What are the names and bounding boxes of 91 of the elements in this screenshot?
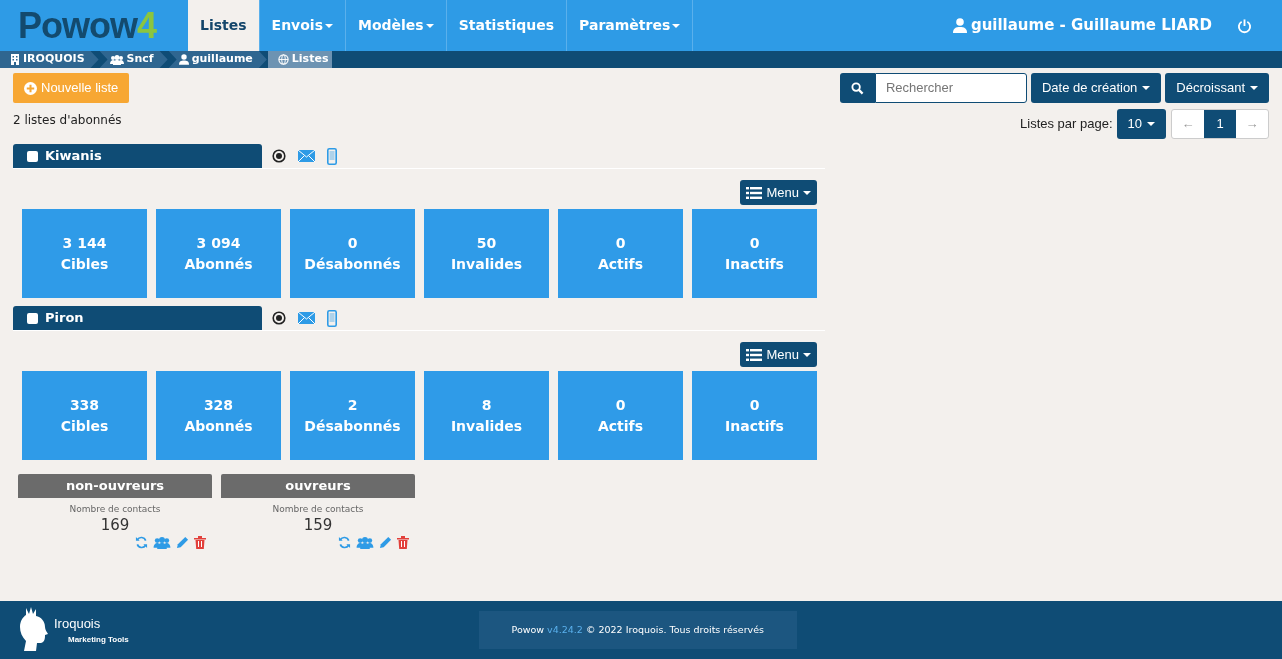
menu-button[interactable]: Menu: [740, 342, 817, 367]
stat-value: 0: [749, 396, 760, 416]
copyright-text: Powow v4.24.2 © 2022 Iroquois. Tous droits réservés: [478, 611, 797, 649]
stat-label: Désabonnés: [304, 254, 401, 274]
stat-tile[interactable]: 2 Désabonnés: [290, 371, 415, 460]
stat-tile[interactable]: 0 Inactifs: [692, 209, 817, 298]
stat-value: 328: [203, 396, 234, 416]
stat-value: 0: [749, 234, 760, 254]
stat-label: Actifs: [597, 254, 644, 274]
sort-dropdown[interactable]: Décroissant: [1165, 73, 1269, 103]
nav-tab[interactable]: Listes: [188, 0, 260, 51]
stat-label: Actifs: [597, 416, 644, 436]
stat-label: Invalides: [450, 254, 523, 274]
stat-value: 3 144: [62, 234, 107, 254]
plus-icon: [24, 81, 37, 95]
contacts-caption: Nombre de contacts: [69, 503, 161, 516]
envelope-icon[interactable]: [298, 150, 315, 162]
stat-label: Cibles: [60, 416, 109, 436]
new-list-button[interactable]: Nouvelle liste: [13, 73, 130, 103]
page-link[interactable]: 1: [1204, 110, 1236, 138]
stat-tile[interactable]: 3 144 Cibles: [22, 209, 147, 298]
stat-label: Inactifs: [725, 416, 784, 436]
stat-value: 0: [347, 234, 358, 254]
contacts-count: 159: [303, 516, 333, 533]
pencil-icon[interactable]: [379, 536, 392, 549]
user-icon: [178, 54, 189, 65]
stat-tile[interactable]: 3 094 Abonnés: [156, 209, 281, 298]
stat-tile[interactable]: 328 Abonnés: [156, 371, 281, 460]
stat-tile[interactable]: 50 Invalides: [424, 209, 549, 298]
power-icon[interactable]: [1237, 17, 1252, 34]
menu-icon: [746, 186, 763, 199]
segment-header: non-ouvreurs: [18, 474, 212, 498]
user-menu[interactable]: guillaume - Guillaume LIARD: [952, 14, 1212, 37]
list-name: Piron: [45, 309, 84, 328]
stat-label: Abonnés: [184, 416, 253, 436]
list-count: 2 listes d'abonnés: [13, 112, 123, 129]
segment-header: ouvreurs: [221, 474, 415, 498]
group-icon[interactable]: [153, 536, 171, 549]
checkbox[interactable]: [27, 312, 38, 324]
menu-button[interactable]: Menu: [740, 180, 817, 205]
stat-tile[interactable]: 0 Actifs: [558, 371, 683, 460]
breadcrumb-item[interactable]: IROQUOIS: [0, 51, 99, 68]
footer-tagline: Marketing Tools: [67, 633, 129, 646]
stat-tile[interactable]: 0 Inactifs: [692, 371, 817, 460]
refresh-icon[interactable]: [135, 536, 148, 549]
list-name: Kiwanis: [45, 147, 102, 166]
stat-label: Inactifs: [725, 254, 784, 274]
stat-label: Cibles: [60, 254, 109, 274]
sort-dropdown[interactable]: Date de création: [1030, 73, 1162, 103]
stat-label: Désabonnés: [304, 416, 401, 436]
stat-value: 50: [476, 234, 497, 254]
stat-tile[interactable]: 338 Cibles: [22, 371, 147, 460]
stat-value: 8: [481, 396, 492, 416]
pencil-icon[interactable]: [176, 536, 189, 549]
radio-icon[interactable]: [272, 149, 286, 163]
radio-icon[interactable]: [272, 311, 286, 325]
per-page-label: Listes par page:: [1020, 115, 1113, 134]
contacts-caption: Nombre de contacts: [272, 503, 364, 516]
trash-icon[interactable]: [397, 536, 409, 549]
user-icon: [952, 18, 967, 33]
breadcrumb-item[interactable]: guillaume: [168, 51, 267, 68]
contacts-count: 169: [100, 516, 130, 533]
phone-icon[interactable]: [327, 147, 337, 165]
per-page-dropdown[interactable]: 10: [1116, 109, 1166, 139]
envelope-icon[interactable]: [298, 312, 315, 324]
logo: Powow4: [17, 3, 158, 48]
next-page-link[interactable]: →: [1236, 110, 1268, 138]
menu-icon: [746, 348, 763, 361]
breadcrumb-item[interactable]: Sncf: [99, 51, 168, 68]
stat-value: 338: [69, 396, 100, 416]
stat-value: 0: [615, 234, 626, 254]
stat-value: 0: [615, 396, 626, 416]
search-icon: [850, 81, 864, 95]
breadcrumb-item[interactable]: Listes: [267, 51, 333, 68]
stat-value: 3 094: [196, 234, 241, 254]
group-icon[interactable]: [356, 536, 374, 549]
trash-icon[interactable]: [194, 536, 206, 549]
stat-label: Abonnés: [184, 254, 253, 274]
previous-page-link[interactable]: ←: [1172, 110, 1204, 138]
stat-value: 2: [347, 396, 358, 416]
group-icon: [109, 54, 124, 65]
stat-label: Invalides: [450, 416, 523, 436]
stat-tile[interactable]: 0 Désabonnés: [290, 209, 415, 298]
refresh-icon[interactable]: [338, 536, 351, 549]
checkbox[interactable]: [27, 150, 38, 162]
stat-tile[interactable]: 0 Actifs: [558, 209, 683, 298]
footer-brand: Iroquois: [54, 615, 102, 634]
building-icon: [10, 54, 20, 65]
stat-tile[interactable]: 8 Invalides: [424, 371, 549, 460]
globe-icon: [277, 54, 289, 65]
phone-icon[interactable]: [327, 309, 337, 327]
